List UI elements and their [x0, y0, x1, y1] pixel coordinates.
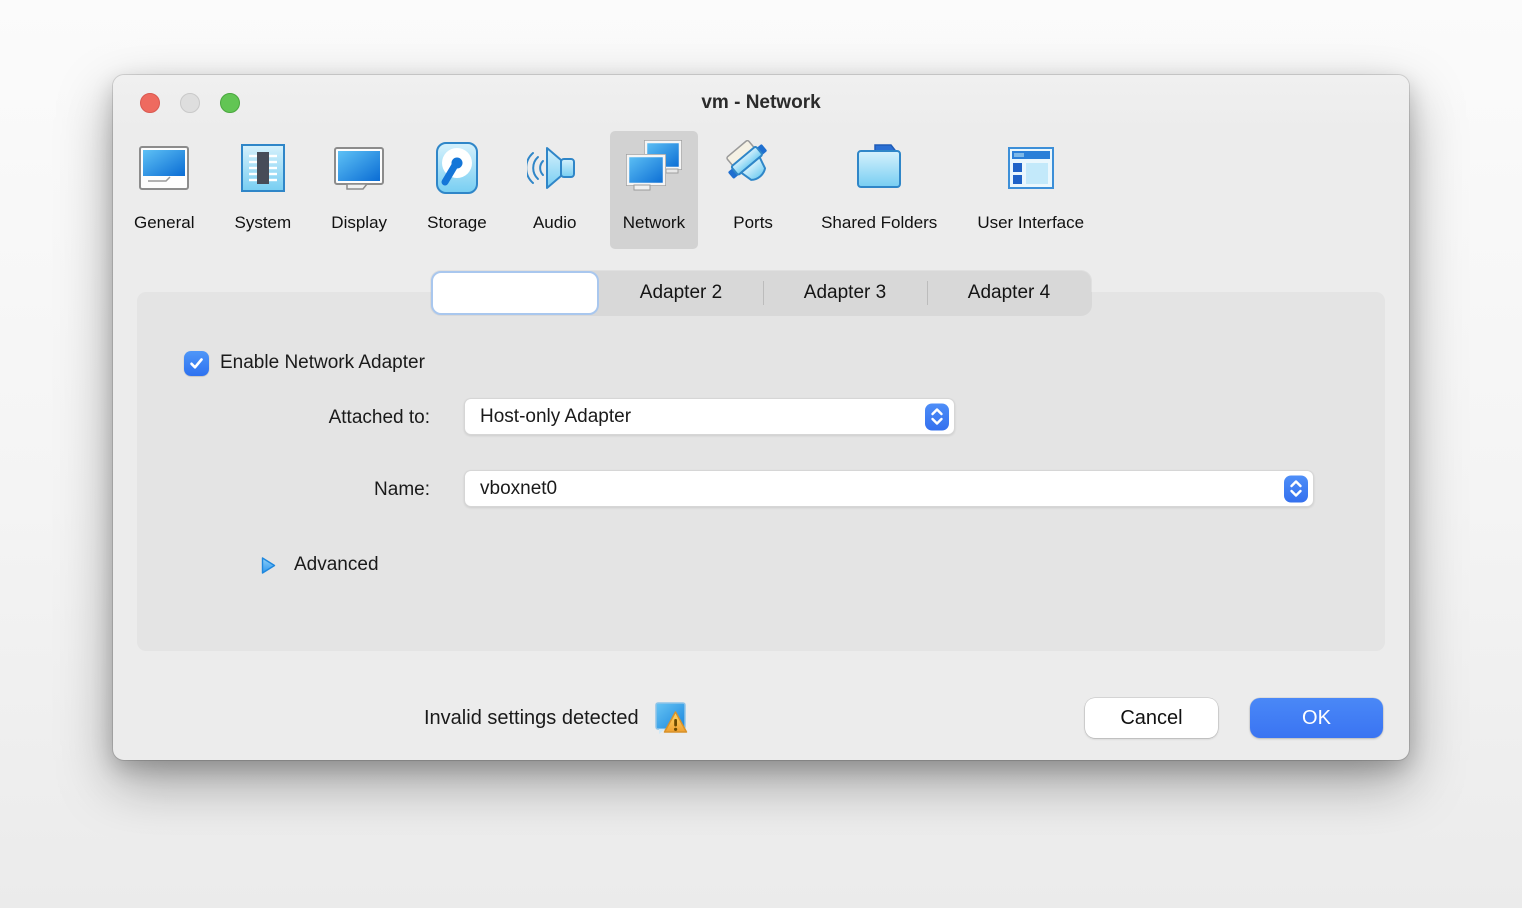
- toolbar-label: Shared Folders: [821, 213, 937, 233]
- audio-speaker-icon: [527, 140, 583, 196]
- toolbar-item-user-interface[interactable]: User Interface: [964, 131, 1097, 249]
- tab-adapter-2[interactable]: Adapter 2: [599, 271, 763, 315]
- toolbar-item-system[interactable]: System: [221, 131, 304, 249]
- tab-adapter-1[interactable]: [431, 271, 599, 315]
- toolbar-label: User Interface: [977, 213, 1084, 233]
- toolbar-item-storage[interactable]: Storage: [414, 131, 500, 249]
- attached-to-select[interactable]: Host-only Adapter: [464, 398, 955, 435]
- settings-window: vm - Network General: [113, 75, 1409, 760]
- toolbar-item-display[interactable]: Display: [318, 131, 400, 249]
- zoom-window-button[interactable]: [220, 93, 240, 113]
- status-text: Invalid settings detected: [424, 707, 639, 730]
- footer: Invalid settings detected Cancel OK: [113, 698, 1409, 738]
- checkmark-icon: [188, 355, 205, 372]
- stepper-arrows-icon: [1284, 475, 1308, 502]
- name-select[interactable]: vboxnet0: [464, 470, 1314, 507]
- name-value: vboxnet0: [480, 478, 557, 500]
- ok-button[interactable]: OK: [1250, 698, 1383, 738]
- advanced-disclosure[interactable]: Advanced: [260, 552, 379, 578]
- traffic-lights: [140, 93, 240, 113]
- toolbar-label: General: [134, 213, 194, 233]
- shared-folders-icon: [851, 140, 907, 196]
- storage-disk-icon: [429, 140, 485, 196]
- toolbar-item-network[interactable]: Network: [610, 131, 698, 249]
- tab-adapter-3[interactable]: Adapter 3: [763, 271, 927, 315]
- attached-to-value: Host-only Adapter: [480, 406, 631, 428]
- attached-to-label: Attached to:: [137, 405, 430, 431]
- enable-adapter-row: Enable Network Adapter: [184, 349, 425, 377]
- settings-toolbar: General System: [113, 131, 1409, 249]
- toolbar-item-shared-folders[interactable]: Shared Folders: [808, 131, 950, 249]
- name-label: Name:: [137, 477, 430, 503]
- system-chip-icon: [235, 140, 291, 196]
- toolbar-label: Audio: [533, 213, 576, 233]
- enable-network-adapter-label: Enable Network Adapter: [220, 352, 425, 374]
- toolbar-item-audio[interactable]: Audio: [514, 131, 596, 249]
- advanced-label: Advanced: [294, 554, 379, 576]
- toolbar-label: Display: [331, 213, 387, 233]
- enable-network-adapter-checkbox[interactable]: [184, 351, 209, 376]
- cancel-button[interactable]: Cancel: [1085, 698, 1218, 738]
- network-monitors-icon: [626, 140, 682, 196]
- ports-connector-icon: [725, 140, 781, 196]
- toolbar-label: System: [234, 213, 291, 233]
- invalid-settings-status: Invalid settings detected: [424, 698, 689, 738]
- toolbar-label: Storage: [427, 213, 487, 233]
- toolbar-item-general[interactable]: General: [121, 131, 207, 249]
- close-window-button[interactable]: [140, 93, 160, 113]
- adapter-settings-panel: Enable Network Adapter Attached to: Host…: [137, 292, 1385, 651]
- warning-triangle-icon: [653, 700, 689, 736]
- toolbar-label: Network: [623, 213, 685, 233]
- toolbar-item-ports[interactable]: Ports: [712, 131, 794, 249]
- minimize-window-button[interactable]: [180, 93, 200, 113]
- display-monitor-icon: [331, 140, 387, 196]
- adapter-tab-bar: Adapter 2 Adapter 3 Adapter 4: [431, 271, 1091, 315]
- titlebar: vm - Network: [113, 75, 1409, 131]
- toolbar-label: Ports: [733, 213, 773, 233]
- general-monitor-icon: [136, 140, 192, 196]
- disclosure-triangle-icon: [260, 556, 277, 575]
- tab-adapter-4[interactable]: Adapter 4: [927, 271, 1091, 315]
- window-title: vm - Network: [113, 75, 1409, 131]
- user-interface-icon: [1003, 140, 1059, 196]
- stepper-arrows-icon: [925, 403, 949, 430]
